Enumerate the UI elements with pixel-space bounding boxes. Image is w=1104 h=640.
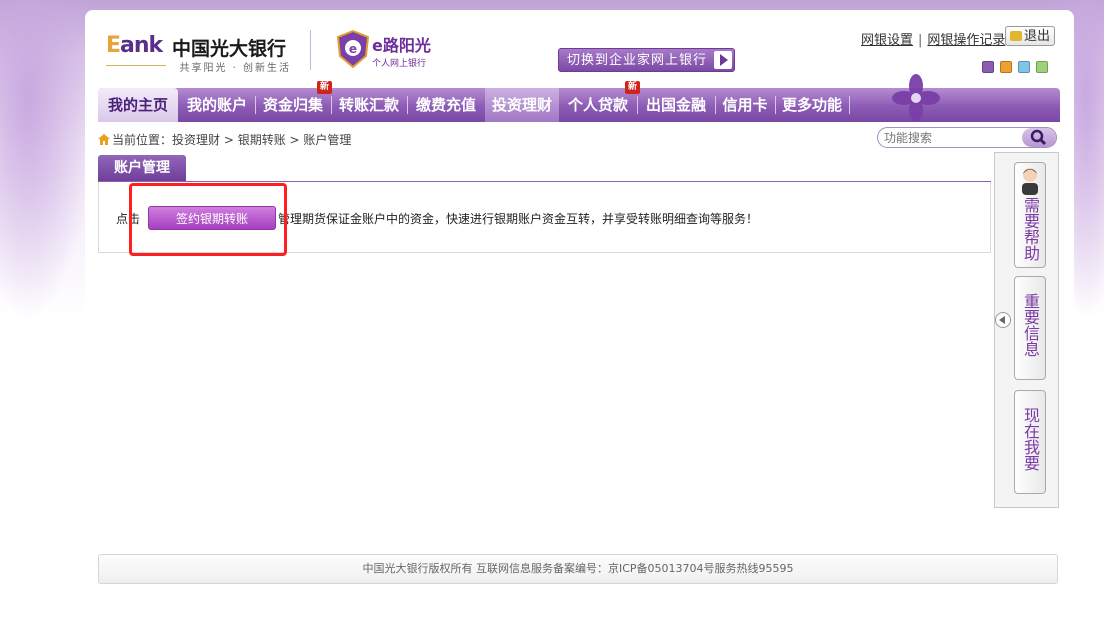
logout-button[interactable]: 退出: [1005, 26, 1055, 46]
search-icon: [1030, 129, 1047, 146]
nav-divider: [849, 96, 850, 114]
nav-payment[interactable]: 缴费充值: [408, 88, 484, 122]
switch-label: 切换到企业家网上银行: [567, 53, 708, 68]
new-badge: 新: [317, 81, 332, 94]
collapse-arrow-icon[interactable]: [995, 312, 1011, 328]
slogan: 共享阳光 · 创新生活: [179, 63, 291, 74]
need-help-button[interactable]: 需要帮助: [1014, 162, 1046, 268]
nav-more[interactable]: 更多功能: [776, 88, 848, 122]
need-help-label: 需要帮助: [1021, 197, 1040, 261]
tab-account-management[interactable]: 账户管理: [98, 155, 186, 182]
home-icon: [98, 134, 110, 145]
important-info-label: 重要信息: [1021, 293, 1040, 357]
badge-subtitle: 个人网上银行: [372, 59, 427, 69]
theme-switcher: [982, 61, 1054, 77]
nav-investment[interactable]: 投资理财: [485, 88, 559, 122]
nav-overseas-finance[interactable]: 出国金融: [638, 88, 714, 122]
theme-purple[interactable]: [982, 61, 994, 73]
important-info-button[interactable]: 重要信息: [1014, 276, 1046, 380]
search-button[interactable]: [1022, 128, 1056, 147]
theme-orange[interactable]: [1000, 61, 1012, 73]
breadcrumb: 当前位置：投资理财 > 银期转账 > 账户管理: [98, 131, 351, 148]
header-divider: [310, 30, 311, 70]
highlight-box: [129, 183, 287, 256]
message-description: 管理期货保证金账户中的资金，快速进行银期账户资金互转，并享受转账明细查询等服务！: [278, 212, 759, 226]
flower-logo-icon: [892, 74, 940, 122]
lock-icon: [1010, 31, 1022, 41]
breadcrumb-futures-transfer[interactable]: 银期转账: [238, 133, 286, 147]
ebank-logo: Eank: [106, 33, 163, 58]
link-records[interactable]: 网银操作记录: [927, 33, 1005, 48]
nav-personal-loan[interactable]: 个人贷款新: [560, 81, 640, 122]
svg-text:e: e: [349, 42, 357, 56]
nav-transfer[interactable]: 转账汇款: [332, 88, 406, 122]
nav-credit-card[interactable]: 信用卡: [716, 88, 774, 122]
i-want-label: 现在我要: [1021, 407, 1040, 471]
footer: 中国光大银行版权所有 互联网信息服务备案编号：京ICP备05013704号服务热…: [98, 554, 1058, 584]
play-arrow-icon: [714, 51, 732, 69]
badge-title: e路阳光: [372, 36, 431, 55]
nav-fund-collection[interactable]: 资金归集新: [256, 81, 332, 122]
theme-blue[interactable]: [1018, 61, 1030, 73]
agent-avatar-icon: [1022, 168, 1038, 195]
i-want-button[interactable]: 现在我要: [1014, 390, 1046, 494]
breadcrumb-current: 账户管理: [303, 133, 352, 147]
function-search: [877, 127, 1057, 148]
top-links: 网银设置 | 网银操作记录: [861, 29, 1005, 48]
link-settings[interactable]: 网银设置: [861, 33, 913, 48]
decor-left: [0, 0, 95, 320]
e-sunshine-badge-icon: e: [336, 30, 370, 68]
bank-name: 中国光大银行: [172, 38, 287, 60]
nav-my-account[interactable]: 我的账户: [180, 88, 254, 122]
logout-label: 退出: [1023, 29, 1050, 44]
link-separator: |: [918, 33, 923, 48]
theme-green[interactable]: [1036, 61, 1048, 73]
search-input[interactable]: [882, 129, 1026, 147]
breadcrumb-investment[interactable]: 投资理财: [172, 133, 220, 147]
breadcrumb-separator: >: [220, 133, 238, 147]
switch-to-corporate-button[interactable]: 切换到企业家网上银行: [558, 48, 735, 72]
nav-home[interactable]: 我的主页: [98, 88, 178, 122]
breadcrumb-separator: >: [285, 133, 304, 147]
breadcrumb-prefix: 当前位置：: [112, 133, 173, 147]
